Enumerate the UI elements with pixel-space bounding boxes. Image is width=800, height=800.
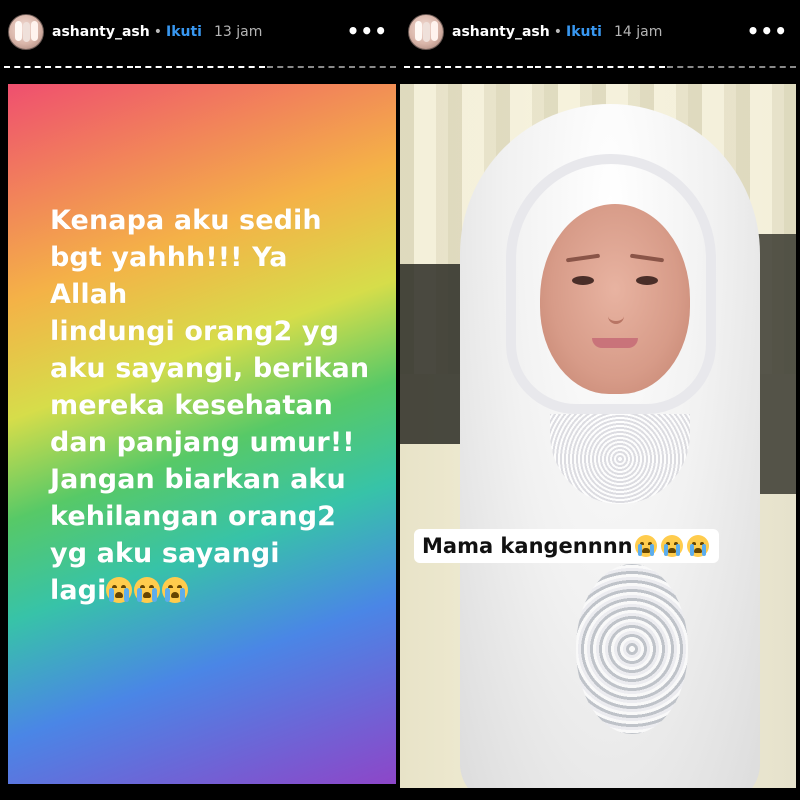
separator-dot: • (153, 24, 162, 40)
story-photo[interactable] (400, 84, 796, 788)
story-text-line: mereka kesehatan (50, 390, 333, 421)
follow-button[interactable]: Ikuti (166, 25, 202, 39)
story-text-line-last: lagi (50, 572, 370, 609)
timestamp: 13 jam (213, 24, 263, 40)
username-link[interactable]: ashanty_ash (452, 25, 550, 39)
crying-face-icon (660, 535, 683, 557)
story-progress-bar (404, 66, 796, 69)
photo-face (540, 204, 690, 394)
caption-text: Mama kangennnn (422, 534, 633, 558)
story-text-line: Jangan biarkan aku (50, 464, 346, 495)
crying-face-icon (634, 535, 657, 557)
timestamp: 14 jam (613, 24, 663, 40)
progress-segment (666, 66, 796, 68)
story-text-line: bgt yahhh!!! Ya Allah (50, 242, 288, 310)
crying-face-icon (686, 535, 709, 557)
separator-dot: • (553, 24, 562, 40)
story-text-line: dan panjang umur!! (50, 427, 355, 458)
story-text-line: aku sayangi, berikan (50, 353, 370, 384)
story-text: Kenapa aku sedih bgt yahhh!!! Ya Allah l… (50, 202, 370, 609)
follow-button[interactable]: Ikuti (566, 25, 602, 39)
story-meta: ashanty_ash • Ikuti 14 jam (452, 25, 662, 39)
story-meta: ashanty_ash • Ikuti 13 jam (52, 25, 262, 39)
username-link[interactable]: ashanty_ash (52, 25, 150, 39)
story-text-line: lagi (50, 575, 107, 606)
user-avatar[interactable] (8, 14, 44, 50)
crying-face-icon (134, 577, 161, 603)
progress-segment (4, 66, 134, 68)
story-text-line: kehilangan orang2 (50, 501, 337, 532)
story-text-line: yg aku sayangi (50, 538, 280, 569)
progress-segment (404, 66, 534, 68)
progress-segment (535, 66, 665, 68)
story-panel-left[interactable]: ashanty_ash • Ikuti 13 jam ••• Kenapa ak… (0, 0, 400, 800)
photo-brooch (576, 564, 688, 734)
more-options-icon[interactable]: ••• (747, 21, 788, 41)
crying-face-icon (162, 577, 189, 603)
story-text-line: lindungi orang2 yg (50, 316, 340, 347)
story-text-line: Kenapa aku sedih (50, 205, 322, 236)
crying-face-icon (106, 577, 133, 603)
story-content-gradient[interactable]: Kenapa aku sedih bgt yahhh!!! Ya Allah l… (8, 84, 396, 784)
more-options-icon[interactable]: ••• (347, 21, 388, 41)
story-header: ashanty_ash • Ikuti 13 jam ••• (0, 0, 400, 64)
progress-segment (135, 66, 265, 68)
story-caption: Mama kangennnn (414, 529, 719, 563)
story-progress-bar (4, 66, 396, 69)
progress-segment (266, 66, 396, 68)
user-avatar[interactable] (408, 14, 444, 50)
story-header: ashanty_ash • Ikuti 14 jam ••• (400, 0, 800, 64)
